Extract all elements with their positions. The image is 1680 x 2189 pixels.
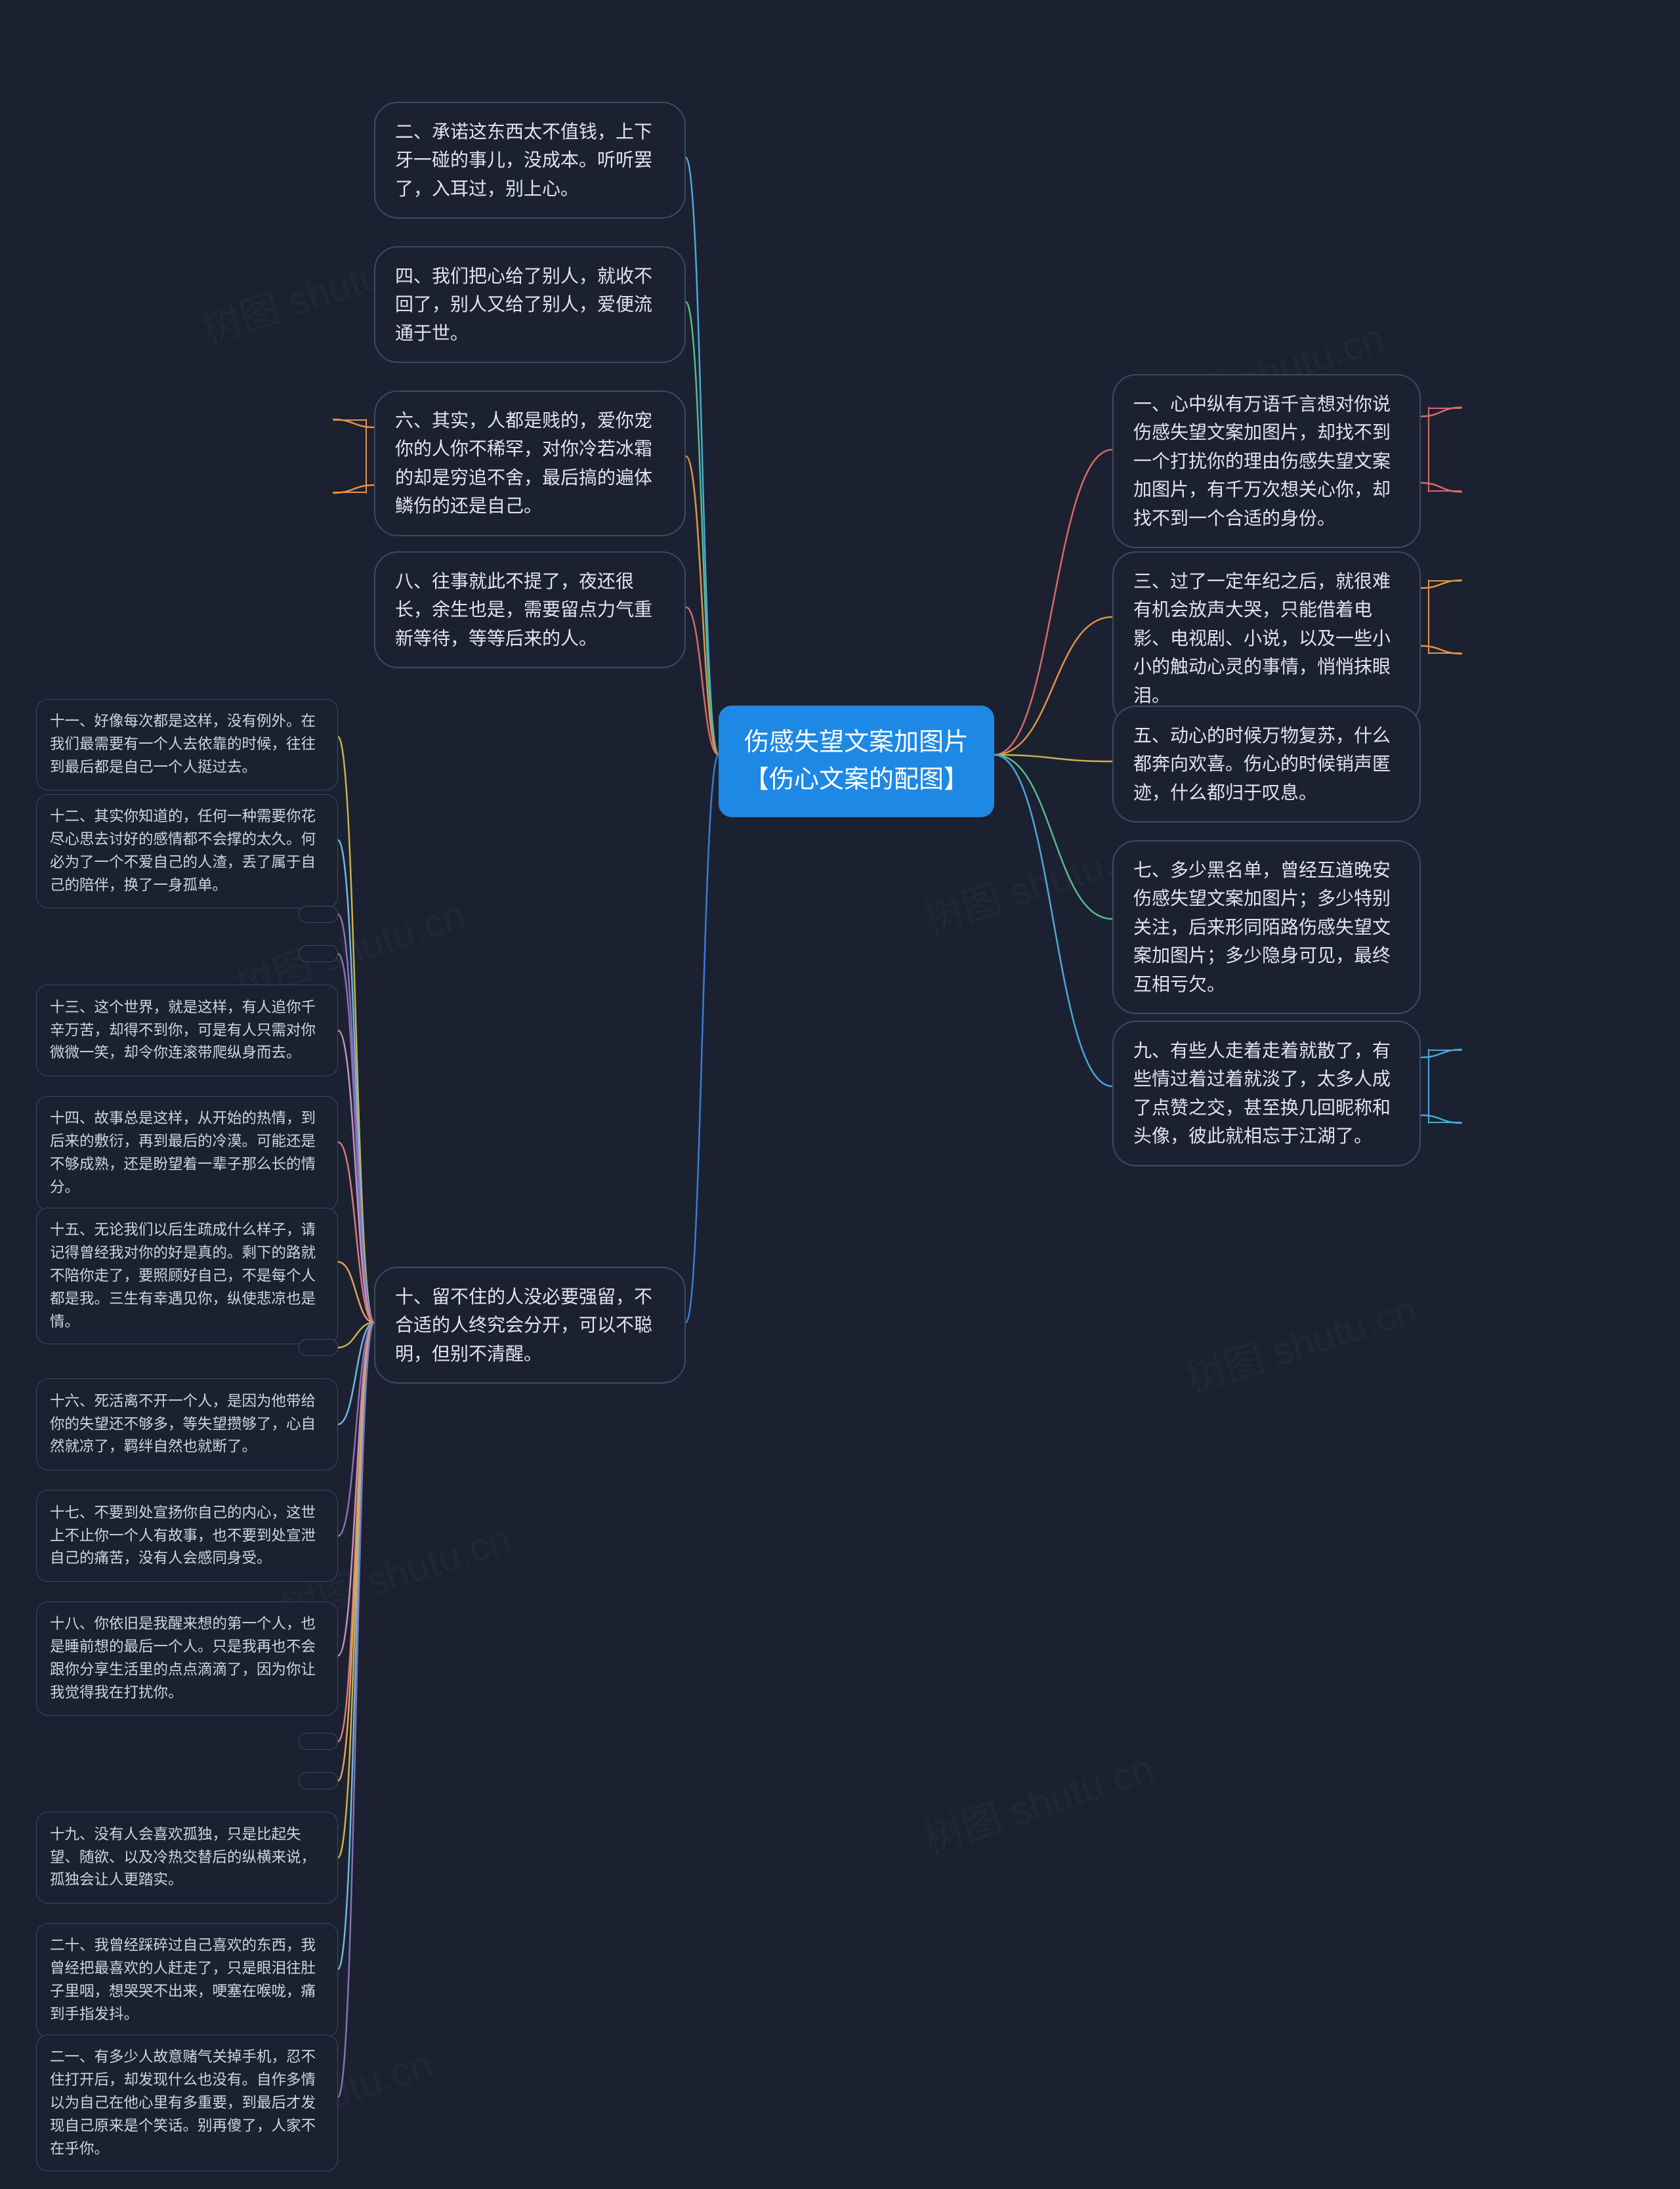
left-hub-node[interactable]: 十、留不住的人没必要强留，不合适的人终究会分开，可以不聪明，但别不清醒。 <box>374 1267 686 1384</box>
connector-line <box>338 1323 374 1781</box>
right-node-r3[interactable]: 五、动心的时候万物复苏，什么都奔向欢喜。伤心的时候销声匿迹，什么都归于叹息。 <box>1112 706 1421 822</box>
sub-node-s11[interactable]: 十一、好像每次都是这样，没有例外。在我们最需要有一个人去依靠的时候，往往到最后都… <box>36 699 338 790</box>
watermark: 树图 shutu.cn <box>1178 1277 1423 1405</box>
root-node[interactable]: 伤感失望文案加图片【伤心文案的配图】 <box>719 706 994 817</box>
watermark: 树图 shutu.cn <box>915 1737 1160 1865</box>
connector-line <box>994 617 1112 755</box>
connector-line <box>686 607 719 755</box>
left-top-node-lt2[interactable]: 四、我们把心给了别人，就收不回了，别人又给了别人，爱便流通于世。 <box>374 246 686 363</box>
branch-stub <box>1429 580 1461 654</box>
sub-node-s18[interactable]: 十八、你依旧是我醒来想的第一个人，也是睡前想的最后一个人。只是我再也不会跟你分享… <box>36 1602 338 1716</box>
connector-line <box>338 840 374 1323</box>
empty-node-e1[interactable] <box>299 906 338 923</box>
connector-line <box>338 1031 374 1323</box>
sub-node-s16[interactable]: 十六、死活离不开一个人，是因为他带给你的失望还不够多，等失望攒够了，心自然就凉了… <box>36 1378 338 1470</box>
connector-line <box>338 1323 374 1969</box>
connector-line <box>338 1323 374 1424</box>
branch-stub <box>1429 1050 1461 1123</box>
sub-node-s19[interactable]: 十九、没有人会喜欢孤独，只是比起失望、随欲、以及冷热交替后的纵横来说，孤独会让人… <box>36 1812 338 1903</box>
sub-node-s17[interactable]: 十七、不要到处宣扬你自己的内心，这世上不止你一个人有故事，也不要到处宣泄自己的痛… <box>36 1490 338 1582</box>
connector-line <box>338 1323 374 1536</box>
sub-node-s21[interactable]: 二一、有多少人故意赌气关掉手机，忍不住打开后，却发现什么也没有。自作多情以为自己… <box>36 2035 338 2171</box>
right-node-r5[interactable]: 九、有些人走着走着就散了，有些情过着过着就淡了，太多人成了点赞之交，甚至换几回昵… <box>1112 1021 1421 1166</box>
connector-line <box>338 1323 374 2097</box>
connector-line <box>686 755 719 1323</box>
connector-line <box>994 755 1112 761</box>
left-top-node-lt1[interactable]: 二、承诺这东西太不值钱，上下牙一碰的事儿，没成本。听听罢了，入耳过，别上心。 <box>374 102 686 219</box>
sub-node-s14[interactable]: 十四、故事总是这样，从开始的热情，到后来的敷衍，再到最后的冷漠。可能还是不够成熟… <box>36 1096 338 1210</box>
empty-node-e2[interactable] <box>299 945 338 962</box>
connector-line <box>338 914 374 1323</box>
sub-node-s20[interactable]: 二十、我曾经踩碎过自己喜欢的东西，我曾经把最喜欢的人赶走了，只是眼泪往肚子里咽，… <box>36 1923 338 2037</box>
mindmap-canvas: 树图 shutu.cn树图 shutu.cn树图 shutu.cn树图 shut… <box>0 0 1680 2189</box>
sub-node-s13[interactable]: 十三、这个世界，就是这样，有人追你千辛万苦，却得不到你，可是有人只需对你微微一笑… <box>36 985 338 1076</box>
connector-line <box>686 456 719 755</box>
connector-line <box>338 1262 374 1323</box>
connector-line <box>338 954 374 1323</box>
connector-line <box>686 302 719 755</box>
connector-line <box>338 1323 374 1741</box>
connector-line <box>338 1323 374 1656</box>
connector-line <box>338 737 374 1323</box>
left-top-node-lt4[interactable]: 八、往事就此不提了，夜还很长，余生也是，需要留点力气重新等待，等等后来的人。 <box>374 551 686 668</box>
right-node-r2[interactable]: 三、过了一定年纪之后，就很难有机会放声大哭，只能借着电影、电视剧、小说，以及一些… <box>1112 551 1421 725</box>
sub-node-s12[interactable]: 十二、其实你知道的，任何一种需要你花尽心思去讨好的感情都不会撑的太久。何必为了一… <box>36 794 338 908</box>
empty-node-e5[interactable] <box>299 1772 338 1789</box>
connector-line <box>994 755 1112 1086</box>
connector-line <box>994 450 1112 755</box>
left-top-node-lt3[interactable]: 六、其实，人都是贱的，爱你宠你的人你不稀罕，对你冷若冰霜的却是穷追不舍，最后搞的… <box>374 391 686 536</box>
connector-line <box>994 755 1112 919</box>
empty-node-e3[interactable] <box>299 1339 338 1356</box>
connector-line <box>338 1323 374 1858</box>
branch-stub <box>333 419 366 493</box>
connector-line <box>686 158 719 755</box>
empty-node-e4[interactable] <box>299 1733 338 1750</box>
right-node-r1[interactable]: 一、心中纵有万语千言想对你说伤感失望文案加图片，却找不到一个打扰你的理由伤感失望… <box>1112 374 1421 548</box>
sub-node-s15[interactable]: 十五、无论我们以后生疏成什么样子，请记得曾经我对你的好是真的。剩下的路就不陪你走… <box>36 1208 338 1344</box>
connector-line <box>338 1142 374 1323</box>
branch-stub <box>1429 408 1461 492</box>
right-node-r4[interactable]: 七、多少黑名单，曾经互道晚安伤感失望文案加图片；多少特别关注，后来形同陌路伤感失… <box>1112 840 1421 1014</box>
connector-line <box>338 1323 374 1348</box>
